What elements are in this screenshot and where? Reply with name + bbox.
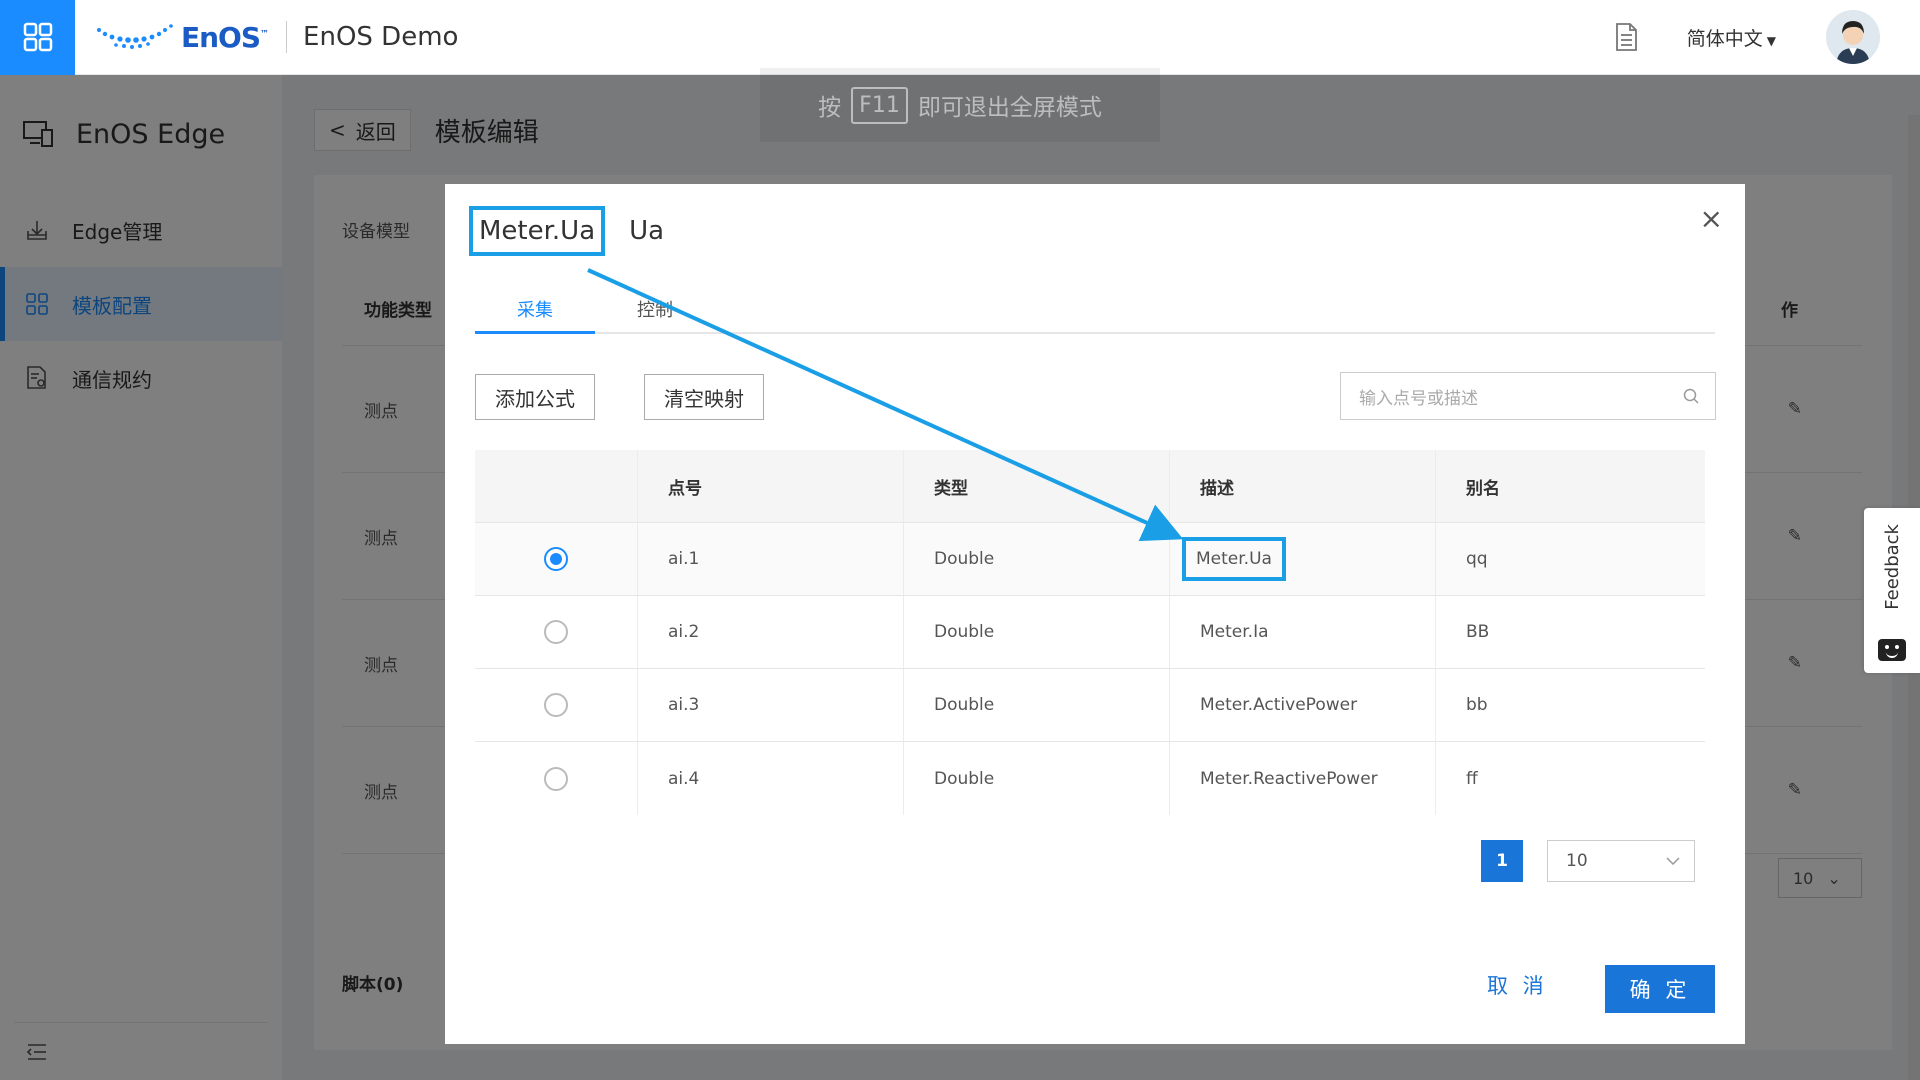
add-formula-button[interactable]: 添加公式: [475, 374, 595, 420]
page-size-select[interactable]: 10: [1547, 840, 1695, 882]
caret-down-icon: ▼: [1766, 33, 1776, 48]
apps-grid-button[interactable]: [0, 0, 75, 75]
search-icon: [1683, 388, 1699, 404]
table-header: 点号 类型 描述 别名: [475, 450, 1705, 523]
avatar-icon: [1826, 10, 1880, 64]
points-table: 点号 类型 描述 别名 ai.1 Double Meter.Ua qq ai.2…: [475, 450, 1705, 815]
point-cell: ai.2: [638, 596, 904, 668]
feedback-face-icon: [1878, 639, 1906, 661]
point-mapping-modal: Meter.Ua Ua × 采集 控制 添加公式 清空映射 输入点号或描述 点号…: [445, 184, 1745, 1044]
chevron-down-icon: [1666, 857, 1680, 865]
alias-cell: ff: [1466, 768, 1478, 789]
cancel-button[interactable]: 取 消: [1487, 970, 1548, 1000]
fullscreen-exit-tip: 按 F11 即可退出全屏模式: [760, 68, 1160, 142]
alias-cell: BB: [1466, 622, 1490, 642]
alias-cell: qq: [1466, 549, 1488, 569]
header-desc: 描述: [1170, 450, 1436, 522]
modal-title-highlight: Meter.Ua: [469, 206, 606, 256]
top-header: EnOS™ EnOS Demo 简体中文 ▼: [0, 0, 1920, 75]
desc-cell: Meter.ReactivePower: [1170, 742, 1436, 815]
point-cell: ai.4: [638, 742, 904, 815]
header-type: 类型: [904, 450, 1170, 522]
type-cell: Double: [904, 596, 1170, 668]
table-row[interactable]: ai.2 Double Meter.Ia BB: [475, 596, 1705, 669]
tab-collect[interactable]: 采集: [475, 284, 595, 334]
table-row[interactable]: ai.1 Double Meter.Ua qq: [475, 523, 1705, 596]
pagination-page-1[interactable]: 1: [1481, 840, 1523, 882]
header-select: [475, 450, 638, 522]
user-avatar[interactable]: [1826, 10, 1880, 64]
f11-key: F11: [851, 86, 908, 124]
modal-subtitle: Ua: [629, 216, 665, 246]
modal-tabs: 采集 控制: [475, 284, 1715, 334]
desc-highlight: Meter.Ua: [1182, 537, 1286, 581]
type-cell: Double: [904, 742, 1170, 815]
modal-title: Meter.Ua Ua: [469, 206, 664, 256]
apps-grid-icon: [23, 22, 52, 52]
header-right: 简体中文 ▼: [1611, 0, 1920, 75]
app-title: EnOS Demo: [303, 22, 459, 52]
header-point: 点号: [638, 450, 904, 522]
desc-cell: Meter.Ua: [1170, 523, 1436, 595]
alias-cell: bb: [1466, 695, 1488, 715]
desc-cell: Meter.ActivePower: [1170, 669, 1436, 741]
language-selector[interactable]: 简体中文 ▼: [1687, 24, 1776, 51]
clear-mapping-button[interactable]: 清空映射: [644, 374, 764, 420]
table-row[interactable]: ai.4 Double Meter.ReactivePower ff: [475, 742, 1705, 815]
row-radio[interactable]: [544, 620, 568, 644]
point-cell: ai.1: [638, 523, 904, 595]
logo-dots-icon: [97, 24, 173, 49]
feedback-tab[interactable]: Feedback: [1864, 508, 1920, 673]
row-radio[interactable]: [544, 547, 568, 571]
search-input[interactable]: 输入点号或描述: [1340, 372, 1716, 420]
desc-cell: Meter.Ia: [1170, 596, 1436, 668]
document-icon[interactable]: [1611, 22, 1641, 52]
confirm-button[interactable]: 确 定: [1605, 965, 1715, 1013]
header-alias: 别名: [1466, 478, 1500, 499]
type-cell: Double: [904, 523, 1170, 595]
table-row[interactable]: ai.3 Double Meter.ActivePower bb: [475, 669, 1705, 742]
tab-control[interactable]: 控制: [595, 284, 715, 332]
point-cell: ai.3: [638, 669, 904, 741]
close-icon[interactable]: ×: [1700, 202, 1723, 235]
enos-logo[interactable]: EnOS™: [95, 0, 269, 75]
logo-text: EnOS™: [181, 20, 269, 54]
header-divider: [286, 21, 288, 53]
row-radio[interactable]: [544, 693, 568, 717]
row-radio[interactable]: [544, 766, 568, 791]
type-cell: Double: [904, 669, 1170, 741]
